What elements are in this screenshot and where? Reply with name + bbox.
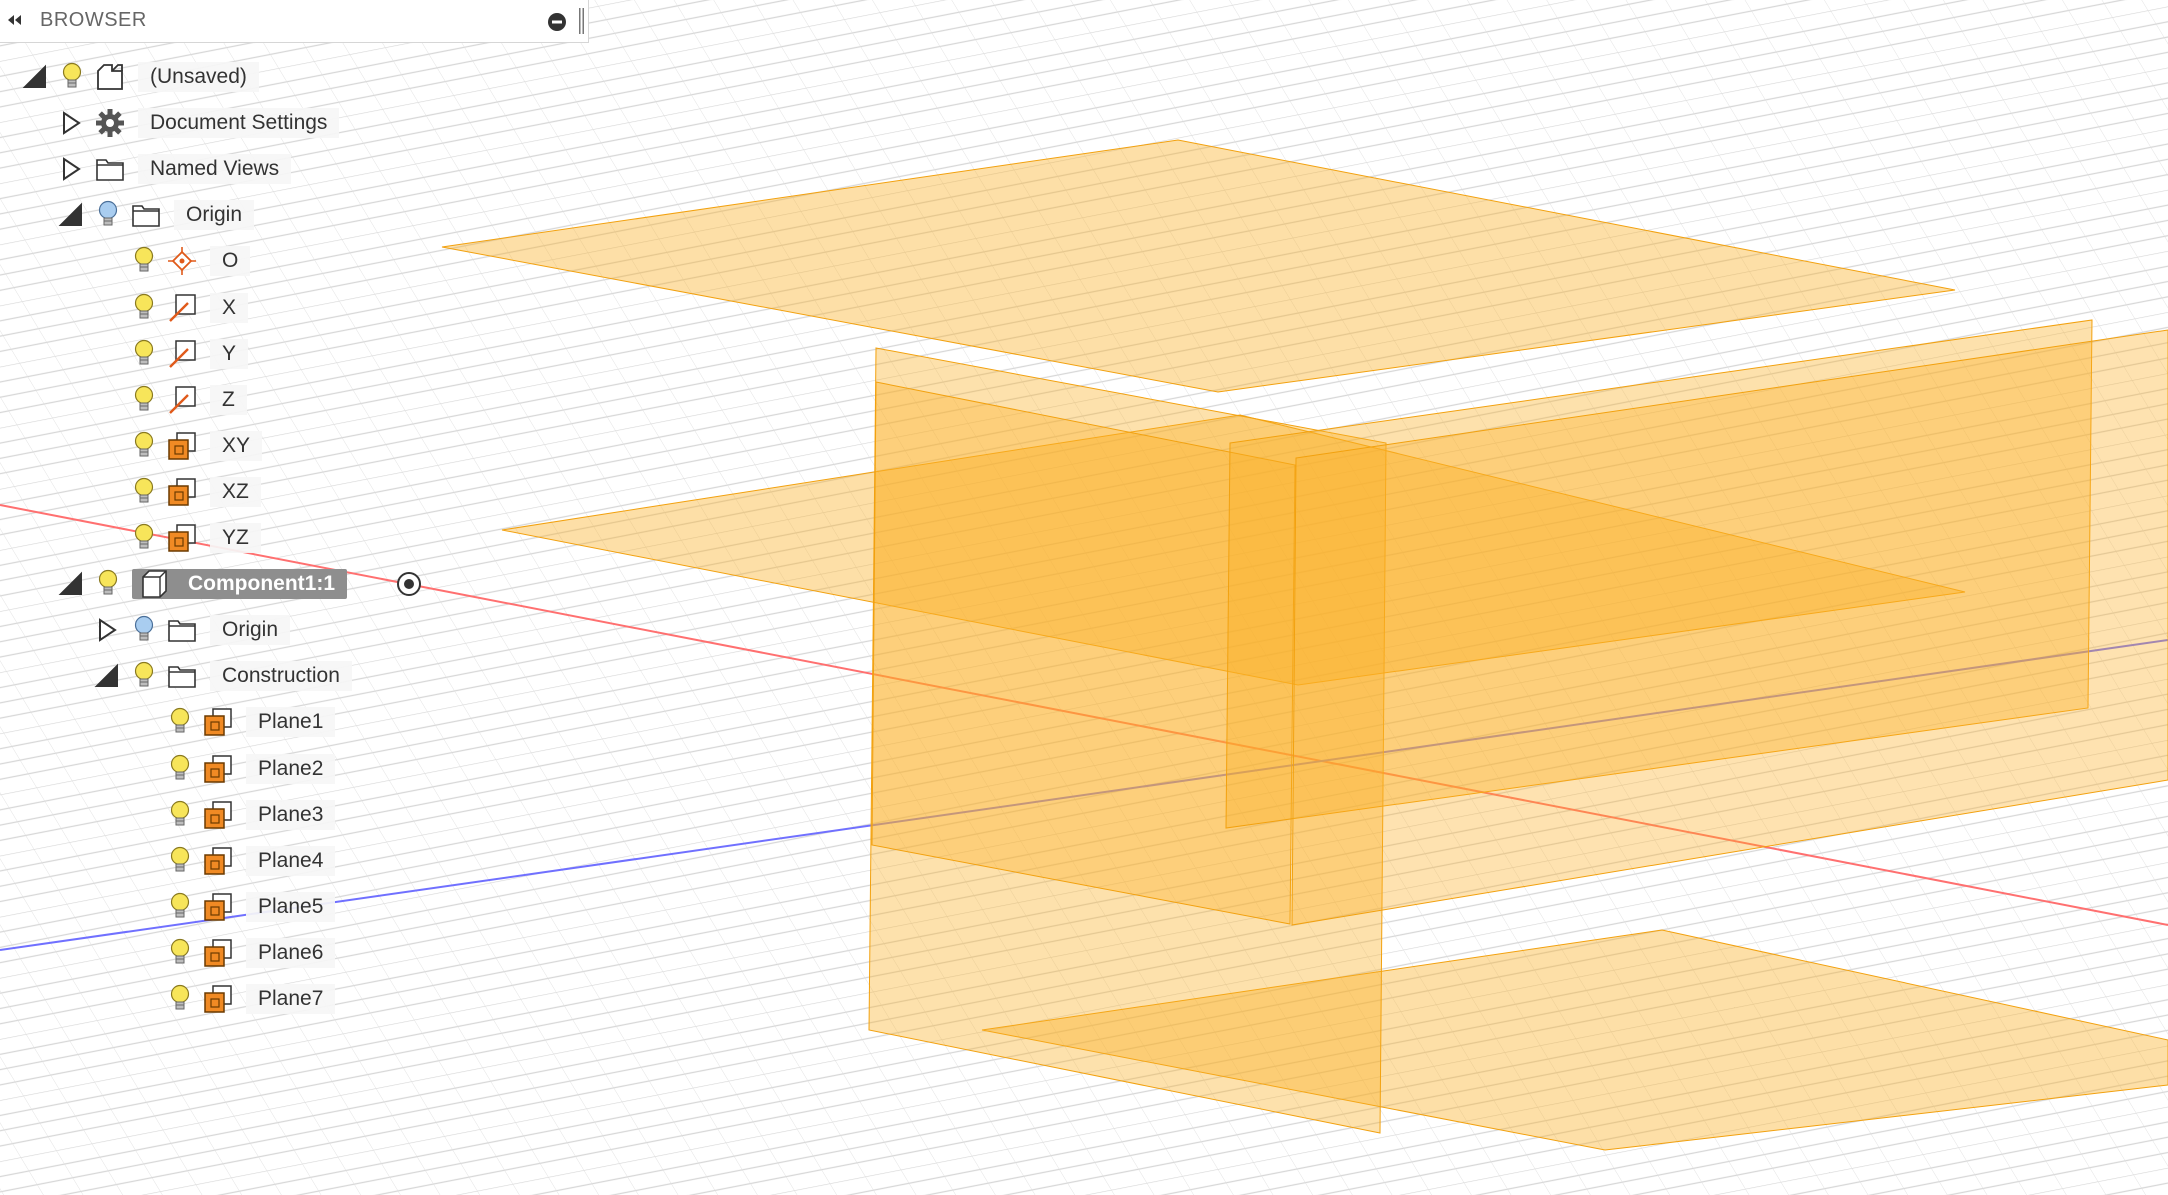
tree-node-plane5[interactable]: Plane5 xyxy=(0,886,440,926)
browser-title: BROWSER xyxy=(40,9,147,31)
visibility-bulb-off-icon[interactable] xyxy=(132,614,156,646)
tree-node-document-settings-label[interactable]: Document Settings xyxy=(138,108,340,139)
tree-node-named-views-label[interactable]: Named Views xyxy=(138,154,292,185)
visibility-bulb-on-icon[interactable] xyxy=(168,845,192,877)
tree-node-origin-xz-label[interactable]: XZ xyxy=(210,476,261,507)
axis-icon xyxy=(166,338,198,370)
panel-grip-icon[interactable] xyxy=(579,8,584,34)
expanded-triangle-icon[interactable] xyxy=(58,202,84,228)
collapsed-triangle-icon[interactable] xyxy=(94,617,120,643)
tree-node-origin-label[interactable]: Origin xyxy=(174,200,255,231)
expanded-triangle-icon[interactable] xyxy=(22,64,48,90)
document-icon xyxy=(94,61,126,93)
visibility-bulb-on-icon[interactable] xyxy=(132,384,156,416)
expanded-triangle-icon[interactable] xyxy=(94,663,120,689)
folder-icon xyxy=(94,153,126,185)
tree-node-origin-z-label[interactable]: Z xyxy=(210,384,247,415)
tree-node-origin-x[interactable]: X xyxy=(0,287,440,327)
visibility-bulb-on-icon[interactable] xyxy=(132,430,156,462)
visibility-bulb-off-icon[interactable] xyxy=(96,199,120,231)
visibility-bulb-on-icon[interactable] xyxy=(168,799,192,831)
plane-icon xyxy=(202,983,234,1015)
plane-icon xyxy=(202,706,234,738)
tree-node-origin-yz-label[interactable]: YZ xyxy=(210,523,261,553)
tree-node-plane5-label[interactable]: Plane5 xyxy=(246,891,336,922)
browser-panel-header: BROWSER xyxy=(0,0,589,43)
tree-node-origin-xz[interactable]: XZ xyxy=(0,471,440,511)
plane-icon xyxy=(202,845,234,877)
plane-icon xyxy=(166,430,198,462)
tree-node-origin-x-label[interactable]: X xyxy=(210,292,249,323)
plane-icon xyxy=(166,522,198,554)
tree-node-plane2-label[interactable]: Plane2 xyxy=(246,753,336,784)
tree-node-plane7-label[interactable]: Plane7 xyxy=(246,984,336,1014)
folder-icon xyxy=(166,614,198,646)
plane-icon xyxy=(202,891,234,923)
visibility-bulb-on-icon[interactable] xyxy=(132,292,156,324)
tree-node-origin-yz[interactable]: YZ xyxy=(0,517,440,557)
tree-node-document-settings[interactable]: Document Settings xyxy=(0,102,440,142)
visibility-bulb-on-icon[interactable] xyxy=(168,891,192,923)
tree-node-origin-z[interactable]: Z xyxy=(0,379,440,419)
plane-icon xyxy=(202,937,234,969)
tree-node-plane1[interactable]: Plane1 xyxy=(0,701,440,741)
collapsed-triangle-icon[interactable] xyxy=(58,110,84,136)
tree-node-plane3-label[interactable]: Plane3 xyxy=(246,799,336,830)
plane-icon xyxy=(202,753,234,785)
axis-icon xyxy=(166,292,198,324)
tree-node-component-origin-label[interactable]: Origin xyxy=(210,615,291,646)
tree-node-origin-xy[interactable]: XY xyxy=(0,425,440,465)
tree-node-plane2[interactable]: Plane2 xyxy=(0,748,440,788)
visibility-bulb-on-icon[interactable] xyxy=(60,61,84,93)
collapse-panel-icon[interactable] xyxy=(6,12,22,28)
tree-node-plane4[interactable]: Plane4 xyxy=(0,840,440,880)
tree-node-named-views[interactable]: Named Views xyxy=(0,148,440,188)
visibility-bulb-on-icon[interactable] xyxy=(168,706,192,738)
folder-icon xyxy=(130,199,162,231)
collapsed-triangle-icon[interactable] xyxy=(58,156,84,182)
tree-node-origin-xy-label[interactable]: XY xyxy=(210,430,263,461)
tree-node-component-origin[interactable]: Origin xyxy=(0,609,440,649)
visibility-bulb-on-icon[interactable] xyxy=(132,338,156,370)
visibility-bulb-on-icon[interactable] xyxy=(132,660,156,692)
component-icon xyxy=(138,568,170,600)
visibility-bulb-on-icon[interactable] xyxy=(132,522,156,554)
tree-node-plane1-label[interactable]: Plane1 xyxy=(246,707,336,738)
visibility-bulb-on-icon[interactable] xyxy=(132,476,156,508)
tree-node-origin[interactable]: Origin xyxy=(0,194,440,234)
tree-node-plane7[interactable]: Plane7 xyxy=(0,978,440,1018)
visibility-bulb-on-icon[interactable] xyxy=(132,245,156,277)
tree-node-construction[interactable]: Construction xyxy=(0,655,440,695)
expanded-triangle-icon[interactable] xyxy=(58,571,84,597)
tree-node-plane6[interactable]: Plane6 xyxy=(0,932,440,972)
visibility-bulb-on-icon[interactable] xyxy=(168,983,192,1015)
tree-node-construction-label[interactable]: Construction xyxy=(210,661,352,692)
tree-node-origin-o-label[interactable]: O xyxy=(210,246,251,277)
axis-icon xyxy=(166,384,198,416)
plane-icon xyxy=(166,476,198,508)
visibility-bulb-on-icon[interactable] xyxy=(168,937,192,969)
tree-node-plane6-label[interactable]: Plane6 xyxy=(246,937,336,968)
minimize-panel-icon[interactable] xyxy=(547,12,567,32)
gear-icon xyxy=(94,107,126,139)
tree-node-component[interactable]: Component1:1 xyxy=(0,563,440,603)
activate-component-radio-icon[interactable] xyxy=(395,570,423,598)
tree-node-origin-y-label[interactable]: Y xyxy=(210,338,249,369)
tree-node-root[interactable]: (Unsaved) xyxy=(0,56,440,96)
tree-node-plane4-label[interactable]: Plane4 xyxy=(246,845,336,876)
tree-node-origin-y[interactable]: Y xyxy=(0,333,440,373)
tree-node-origin-o[interactable]: O xyxy=(0,240,440,280)
visibility-bulb-on-icon[interactable] xyxy=(96,568,120,600)
visibility-bulb-on-icon[interactable] xyxy=(168,753,192,785)
origin-point-icon xyxy=(166,245,198,277)
tree-node-plane3[interactable]: Plane3 xyxy=(0,794,440,834)
tree-node-root-label[interactable]: (Unsaved) xyxy=(138,62,259,92)
folder-icon xyxy=(166,660,198,692)
plane-icon xyxy=(202,799,234,831)
